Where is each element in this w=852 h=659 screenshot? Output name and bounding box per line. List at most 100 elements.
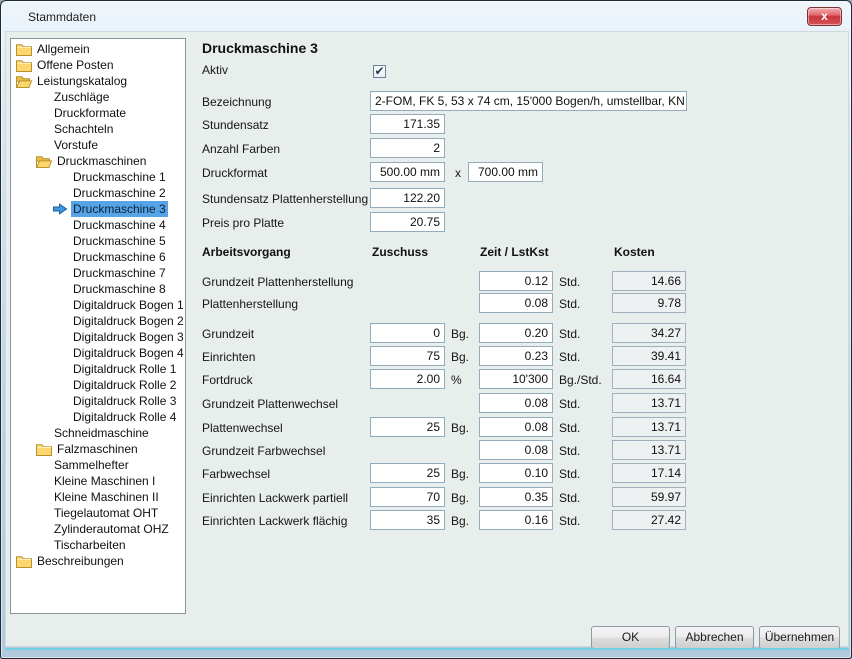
tree-item[interactable]: Tischarbeiten (11, 537, 185, 553)
tree-item[interactable]: Vorstufe (11, 137, 185, 153)
zeit-input[interactable]: 0.12 (479, 271, 553, 291)
zuschuss-input[interactable]: 35 (370, 510, 445, 530)
zeit-input[interactable]: 0.08 (479, 293, 553, 313)
field-input[interactable]: 20.75 (370, 212, 445, 232)
tree-item[interactable]: Druckmaschine 3 (11, 201, 185, 217)
tree-item[interactable]: Digitaldruck Rolle 4 (11, 409, 185, 425)
tree-item[interactable]: Zylinderautomat OHZ (11, 521, 185, 537)
zeit-input[interactable]: 0.08 (479, 440, 553, 460)
tree-item[interactable]: Druckmaschine 5 (11, 233, 185, 249)
zeit-input[interactable]: 0.08 (479, 393, 553, 413)
field-input[interactable]: 500.00 mm (370, 162, 445, 182)
tree-item[interactable]: Schachteln (11, 121, 185, 137)
kosten-field: 14.66 (612, 271, 686, 291)
tree-item-label: Sammelhefter (52, 457, 131, 473)
close-button[interactable]: x (807, 7, 842, 26)
tree-item[interactable]: Digitaldruck Bogen 4 (11, 345, 185, 361)
zeit-input[interactable]: 0.20 (479, 323, 553, 343)
tree-item[interactable]: Druckmaschine 6 (11, 249, 185, 265)
zuschuss-unit-label: Bg. (451, 513, 469, 529)
titlebar[interactable]: Stammdaten (2, 2, 850, 31)
zuschuss-input[interactable]: 0 (370, 323, 445, 343)
tree-item[interactable]: Digitaldruck Bogen 3 (11, 329, 185, 345)
tree-item-label: Digitaldruck Bogen 4 (71, 345, 186, 361)
zuschuss-input[interactable]: 70 (370, 487, 445, 507)
zeit-input[interactable]: 0.16 (479, 510, 553, 530)
kosten-field: 27.42 (612, 510, 686, 530)
tree-item[interactable]: Druckmaschine 8 (11, 281, 185, 297)
tree-item-label: Digitaldruck Rolle 4 (71, 409, 178, 425)
tree-item[interactable]: Digitaldruck Rolle 1 (11, 361, 185, 377)
zeit-input[interactable]: 0.08 (479, 417, 553, 437)
tree-item[interactable]: Tiegelautomat OHT (11, 505, 185, 521)
zuschuss-unit-label: Bg. (451, 490, 469, 506)
zuschuss-input[interactable]: 75 (370, 346, 445, 366)
zeit-input[interactable]: 10'300 (479, 369, 553, 389)
arbeitsvorgang-label: Plattenwechsel (202, 420, 283, 436)
dimension-separator: x (455, 165, 461, 181)
field-input-2[interactable]: 700.00 mm (468, 162, 543, 182)
arbeitsvorgang-label: Einrichten Lackwerk flächig (202, 513, 347, 529)
tree-item-label: Allgemein (35, 41, 92, 57)
tree-item-label: Druckmaschine 2 (71, 185, 168, 201)
zeit-input[interactable]: 0.35 (479, 487, 553, 507)
tree-item[interactable]: Digitaldruck Rolle 2 (11, 377, 185, 393)
tree-item[interactable]: Beschreibungen (11, 553, 185, 569)
tree-item[interactable]: Kleine Maschinen II (11, 489, 185, 505)
tree-item-label: Druckmaschine 1 (71, 169, 168, 185)
header-zeit-lstkst: Zeit / LstKst (480, 244, 549, 260)
tree-panel: Allgemein Offene Posten Leistungskatalog… (10, 38, 186, 614)
tree-item-label: Druckmaschine 3 (71, 201, 168, 217)
zuschuss-unit-label: % (451, 372, 462, 388)
folder-closed-icon (16, 43, 32, 56)
tree-item[interactable]: Druckmaschine 7 (11, 265, 185, 281)
zeit-unit-label: Std. (559, 443, 580, 459)
tree-item[interactable]: Digitaldruck Bogen 2 (11, 313, 185, 329)
tree-item[interactable]: Druckmaschine 2 (11, 185, 185, 201)
tree-item-label: Digitaldruck Bogen 2 (71, 313, 186, 329)
tree-item[interactable]: Offene Posten (11, 57, 185, 73)
tree-item[interactable]: Druckmaschine 4 (11, 217, 185, 233)
tree-item-label: Schneidmaschine (52, 425, 151, 441)
zuschuss-input[interactable]: 2.00 (370, 369, 445, 389)
tree-item-label: Digitaldruck Rolle 1 (71, 361, 178, 377)
zeit-input[interactable]: 0.10 (479, 463, 553, 483)
tree-item[interactable]: Allgemein (11, 41, 185, 57)
tree-item[interactable]: Schneidmaschine (11, 425, 185, 441)
field-input[interactable]: 171.35 (370, 114, 445, 134)
folder-closed-icon (36, 443, 52, 456)
tree-item[interactable]: Druckmaschine 1 (11, 169, 185, 185)
tree-item[interactable]: Leistungskatalog (11, 73, 185, 89)
tree-item-label: Schachteln (52, 121, 115, 137)
tree-item[interactable]: Zuschläge (11, 89, 185, 105)
tree-item-label: Offene Posten (35, 57, 116, 73)
kosten-field: 9.78 (612, 293, 686, 313)
dialog-content: Allgemein Offene Posten Leistungskatalog… (5, 31, 849, 647)
field-input[interactable]: 122.20 (370, 188, 445, 208)
aktiv-checkbox[interactable]: ✔ (373, 65, 386, 78)
tree-item[interactable]: Kleine Maschinen I (11, 473, 185, 489)
tree-item[interactable]: Sammelhefter (11, 457, 185, 473)
tree-item[interactable]: Druckmaschinen (11, 153, 185, 169)
arbeitsvorgang-label: Grundzeit Plattenwechsel (202, 396, 338, 412)
tree-item[interactable]: Digitaldruck Bogen 1 (11, 297, 185, 313)
tree-item[interactable]: Digitaldruck Rolle 3 (11, 393, 185, 409)
field-input[interactable]: 2-FOM, FK 5, 53 x 74 cm, 15'000 Bogen/h,… (370, 91, 687, 111)
tree-item[interactable]: Druckformate (11, 105, 185, 121)
-bernehmen-button[interactable]: Übernehmen (759, 626, 840, 649)
zuschuss-input[interactable]: 25 (370, 417, 445, 437)
folder-closed-icon (16, 59, 32, 72)
form-title: Druckmaschine 3 (202, 40, 318, 56)
ok-button[interactable]: OK (591, 626, 670, 649)
abbrechen-button[interactable]: Abbrechen (675, 626, 754, 649)
selected-arrow-icon (52, 203, 68, 216)
tree-item-label: Falzmaschinen (55, 441, 140, 457)
arbeitsvorgang-label: Einrichten (202, 349, 255, 365)
field-label: Anzahl Farben (202, 141, 280, 157)
field-input[interactable]: 2 (370, 138, 445, 158)
zuschuss-unit-label: Bg. (451, 466, 469, 482)
tree-item-label: Leistungskatalog (35, 73, 129, 89)
zeit-input[interactable]: 0.23 (479, 346, 553, 366)
tree-item[interactable]: Falzmaschinen (11, 441, 185, 457)
zuschuss-input[interactable]: 25 (370, 463, 445, 483)
